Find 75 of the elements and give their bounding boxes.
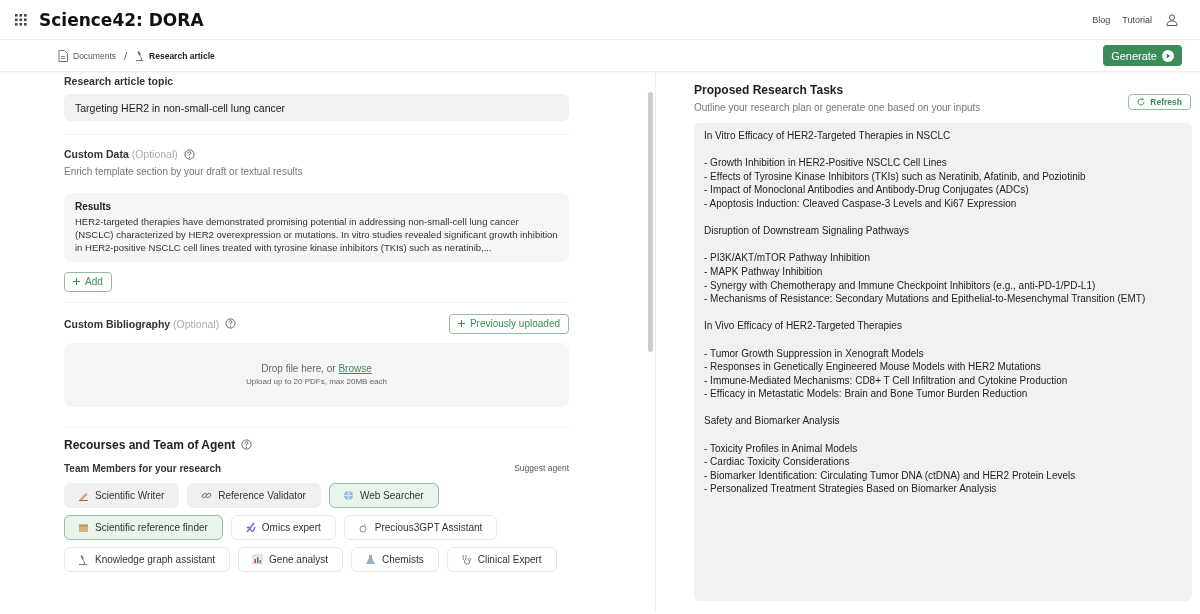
topic-input-field[interactable]: Targeting HER2 in non-small-cell lung cancer — [64, 94, 569, 121]
help-icon[interactable] — [241, 439, 253, 450]
scrollbar-thumb[interactable] — [647, 92, 653, 352]
agent-chip[interactable]: Precious3GPT Assistant — [343, 514, 498, 540]
task-item: - MAPK Pathway Inhibition — [704, 264, 824, 279]
microscope-icon — [78, 553, 89, 565]
globe-icon — [342, 489, 354, 501]
help-icon[interactable] — [183, 148, 195, 160]
task-item: - Impact of Monoclonal Antibodies and Antibody-Drug Conjugates (ADCs) — [704, 183, 1030, 197]
user-icon[interactable] — [1166, 13, 1178, 26]
field-label: Research article topic — [64, 75, 175, 87]
drop-instructions: Drop file here, or Browse — [261, 363, 372, 374]
flask-icon — [365, 553, 376, 565]
agent-chip[interactable]: Gene analyst — [238, 546, 343, 572]
generate-button[interactable]: Generate — [1103, 45, 1182, 66]
subsection-title: Team Members for your research — [64, 462, 222, 474]
panel-title: Proposed Research Tasks — [694, 83, 845, 97]
task-item: - Immune-Mediated Mechanisms: CD8+ T Cell Infiltration and Cytokine Production — [704, 373, 1069, 388]
play-icon — [1162, 49, 1174, 62]
task-item: - Synergy with Chemotherapy and Immune Checkpoint Inhibitors (e.g., anti-PD-1/PD-L1) — [704, 278, 1097, 293]
task-item: - Biomarker Identification: Circulating Tumor DNA (ctDNA) and HER2 Protein Levels — [704, 468, 1077, 483]
agent-chip[interactable]: Reference Validator — [187, 482, 321, 508]
suggest-agent-link[interactable]: Suggest agent — [514, 463, 569, 473]
browse-link[interactable]: Browse — [338, 363, 372, 374]
app-title: Science42: DORA — [39, 9, 204, 30]
upload-hint: Upload up to 20 PDFs, max 20MB each — [246, 377, 387, 386]
help-icon[interactable] — [225, 318, 237, 329]
section-description: Enrich template section by your draft or textual results — [64, 166, 304, 177]
task-heading: In Vitro Efficacy of HER2-Targeted Therapies in NSCLC — [704, 129, 952, 143]
bar-chart-icon — [252, 553, 264, 565]
plus-icon — [457, 320, 465, 327]
refresh-button[interactable]: Refresh — [1128, 94, 1191, 110]
task-item: - Apoptosis Induction: Cleaved Caspase-3 Levels and Ki67 Expression — [704, 196, 1018, 211]
task-item: - Growth Inhibition in HER2-Positive NSCLC Cell Lines — [704, 156, 948, 170]
document-icon — [58, 49, 68, 62]
breadcrumb-link[interactable]: Documents — [73, 50, 116, 61]
agent-chip[interactable]: Omics expert — [230, 514, 336, 540]
task-item: - Toxicity Profiles in Animal Models — [704, 441, 859, 456]
card-title: Results — [75, 201, 113, 212]
agent-chip[interactable]: Clinical Expert — [446, 546, 557, 572]
task-item: - Effects of Tyrosine Kinase Inhibitors (TKIs) such as Neratinib, Afatinib, and Poziotinib — [704, 169, 1087, 184]
notebook-icon — [78, 521, 89, 533]
breadcrumb-link[interactable]: Research article — [149, 50, 215, 61]
task-item: - Efficacy in Metastatic Models: Brain and Bone Tumor Burden Reduction — [704, 387, 1029, 401]
task-item: - Mechanisms of Resistance: Secondary Mutations and Epithelial-to-Mesenchymal Transition (EMT) — [704, 292, 1147, 306]
card-text: HER2-targeted therapies have demonstrated promising potential in addressing non-small-cell lung cancer (NSCLC) characterized by HER2 overexpression or mutations. In vitro studies revealed significant growth inhibition in HER2-positive NSCLC cell lines treated with tyrosine kinase inhibitors (TKIs) such as neratinib,... — [75, 215, 558, 254]
task-heading: In Vivo Efficacy of HER2-Targeted Therapies — [704, 319, 903, 333]
agent-chip[interactable]: Scientific Writer — [64, 482, 180, 508]
dna-icon — [244, 521, 256, 533]
panel-subtitle: Outline your research plan or generate one based on your inputs — [694, 102, 981, 113]
task-item: - Tumor Growth Suppression in Xenograft Models — [704, 346, 925, 361]
task-item: - PI3K/AKT/mTOR Pathway Inhibition — [704, 251, 871, 265]
task-item: - Cardiac Toxicity Considerations — [704, 455, 851, 469]
agent-chip[interactable]: Chemists — [351, 546, 439, 572]
add-button[interactable]: Add — [64, 271, 112, 292]
microscope-icon — [135, 50, 145, 61]
breadcrumb-separator: / — [124, 49, 128, 62]
agent-chip[interactable]: Knowledge graph assistant — [64, 546, 231, 572]
task-heading: Disruption of Downstream Signaling Pathways — [704, 224, 911, 238]
file-drop-zone[interactable]: Drop file here, or Browse Upload up to 20 PDFs, max 20MB each — [64, 342, 569, 407]
apps-grid-icon[interactable] — [14, 13, 27, 26]
plus-icon — [73, 278, 80, 285]
agent-chip[interactable]: Scientific reference finder — [64, 514, 223, 540]
stethoscope-icon — [460, 553, 472, 565]
section-title: Custom Bibliography (Optional) — [64, 317, 220, 330]
agent-chip[interactable]: Web Searcher — [328, 482, 439, 508]
section-title: Recourses and Team of Agent — [64, 437, 236, 452]
nav-link[interactable]: Tutorial — [1122, 14, 1152, 25]
task-item: - Responses in Genetically Engineered Mouse Models with HER2 Mutations — [704, 360, 1042, 374]
task-heading: Safety and Biomarker Analysis — [704, 414, 841, 429]
nav-link[interactable]: Blog — [1092, 14, 1111, 25]
refresh-icon — [1137, 98, 1146, 106]
previously-uploaded-button[interactable]: Previously uploaded — [448, 313, 569, 334]
section-title: Custom Data (Optional) — [64, 148, 178, 160]
task-item: - Personalized Treatment Strategies Based on Biomarker Analysis — [704, 482, 998, 497]
